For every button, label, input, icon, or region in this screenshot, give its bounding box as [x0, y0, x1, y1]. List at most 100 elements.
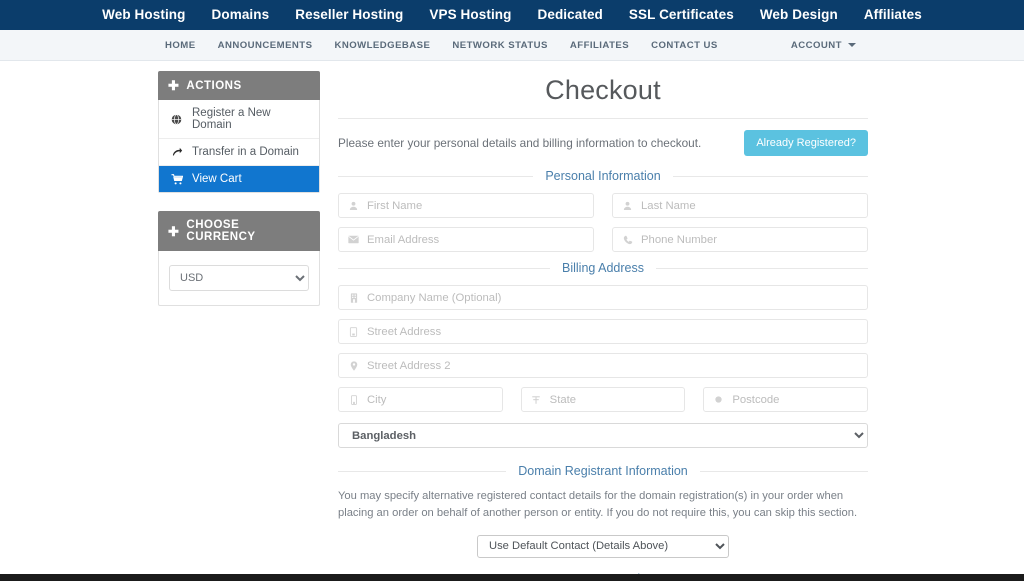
page-title: Checkout	[338, 75, 868, 119]
actions-panel-body: Register a New Domain Transfer in a Doma…	[158, 100, 320, 193]
registrant-contact-row: Use Default Contact (Details Above)	[338, 534, 868, 558]
subnav-item-contact-us[interactable]: CONTACT US	[651, 40, 718, 51]
circle-icon	[713, 395, 724, 404]
phone-icon	[622, 235, 633, 245]
street-address-2-placeholder: Street Address 2	[367, 359, 451, 372]
divider-left	[338, 267, 550, 269]
first-name-field[interactable]: First Name	[338, 193, 594, 218]
state-field[interactable]: State	[520, 387, 686, 412]
actions-panel-header: ✚ ACTIONS	[158, 71, 320, 100]
registrant-helper-text: You may specify alternative registered c…	[338, 490, 858, 520]
checkout-form: Checkout Please enter your personal deta…	[338, 71, 869, 581]
company-name-placeholder: Company Name (Optional)	[367, 291, 502, 304]
chevron-down-icon	[848, 43, 856, 47]
postcode-placeholder: Postcode	[732, 393, 780, 406]
shopping-cart-icon	[170, 173, 183, 185]
plus-icon: ✚	[168, 223, 180, 239]
nav-item-reseller-hosting[interactable]: Reseller Hosting	[295, 8, 403, 22]
subnav-item-network-status[interactable]: NETWORK STATUS	[452, 40, 547, 51]
street1-row: Street Address	[338, 319, 868, 344]
nav-item-affiliates[interactable]: Affiliates	[864, 8, 922, 22]
subnav-item-affiliates[interactable]: AFFILIATES	[570, 40, 629, 51]
registrant-contact-select[interactable]: Use Default Contact (Details Above)	[477, 534, 729, 558]
legend-label: Domain Registrant Information	[518, 464, 688, 478]
sidebar-item-register-new-domain[interactable]: Register a New Domain	[159, 100, 319, 139]
actions-panel: ✚ ACTIONS Register a New Domain Transfer…	[158, 71, 320, 193]
page-body: ✚ ACTIONS Register a New Domain Transfer…	[0, 61, 1024, 581]
street-address-field[interactable]: Street Address	[338, 319, 868, 344]
phone-placeholder: Phone Number	[641, 233, 717, 246]
divider-right	[672, 175, 868, 177]
currency-select[interactable]: USD	[169, 265, 309, 291]
contact-row: Email Address Phone Number	[338, 227, 868, 252]
city-field[interactable]: City	[338, 387, 503, 412]
subnav-item-announcements[interactable]: ANNOUNCEMENTS	[218, 40, 313, 51]
account-menu[interactable]: ACCOUNT	[791, 40, 856, 51]
legend-billing-address: Billing Address	[338, 261, 868, 275]
nav-item-vps-hosting[interactable]: VPS Hosting	[429, 8, 511, 22]
currency-panel: ✚ CHOOSE CURRENCY USD	[158, 211, 320, 306]
country-select[interactable]: Bangladesh	[338, 423, 868, 448]
envelope-icon	[348, 235, 359, 244]
actions-panel-title: ACTIONS	[186, 79, 242, 92]
home-icon	[348, 326, 359, 337]
nav-item-web-hosting[interactable]: Web Hosting	[102, 8, 185, 22]
street-address-placeholder: Street Address	[367, 325, 442, 338]
name-row: First Name Last Name	[338, 193, 868, 218]
currency-panel-header: ✚ CHOOSE CURRENCY	[158, 211, 320, 251]
sidebar-item-label: Transfer in a Domain	[192, 146, 299, 158]
street2-row: Street Address 2	[338, 353, 868, 378]
email-field[interactable]: Email Address	[338, 227, 594, 252]
sidebar-item-label: View Cart	[192, 173, 242, 185]
nav-item-web-design[interactable]: Web Design	[760, 8, 838, 22]
legend-personal-information: Personal Information	[338, 169, 868, 183]
intro-text: Please enter your personal details and b…	[338, 136, 702, 150]
last-name-placeholder: Last Name	[641, 199, 696, 212]
city-placeholder: City	[367, 393, 387, 406]
divider-left	[338, 470, 507, 472]
city-icon	[348, 394, 359, 405]
secondary-nav-links: HOME ANNOUNCEMENTS KNOWLEDGEBASE NETWORK…	[165, 40, 718, 51]
nav-item-ssl-certificates[interactable]: SSL Certificates	[629, 8, 734, 22]
nav-item-dedicated[interactable]: Dedicated	[537, 8, 602, 22]
subnav-item-home[interactable]: HOME	[165, 40, 196, 51]
country-row: Bangladesh	[338, 421, 868, 448]
plus-icon: ✚	[168, 78, 180, 93]
intro-row: Please enter your personal details and b…	[338, 119, 868, 165]
nav-item-domains[interactable]: Domains	[212, 8, 270, 22]
user-icon	[348, 201, 359, 211]
flag-icon	[531, 395, 542, 405]
email-placeholder: Email Address	[367, 233, 440, 246]
building-icon	[348, 292, 359, 303]
sidebar-item-label: Register a New Domain	[192, 107, 271, 131]
subnav-item-knowledgebase[interactable]: KNOWLEDGEBASE	[334, 40, 430, 51]
last-name-field[interactable]: Last Name	[612, 193, 868, 218]
currency-panel-title: CHOOSE CURRENCY	[186, 219, 256, 243]
secondary-navigation: HOME ANNOUNCEMENTS KNOWLEDGEBASE NETWORK…	[0, 30, 1024, 61]
legend-label: Billing Address	[562, 261, 644, 275]
divider-right	[699, 470, 868, 472]
user-icon	[622, 201, 633, 211]
postcode-field[interactable]: Postcode	[703, 387, 869, 412]
company-name-field[interactable]: Company Name (Optional)	[338, 285, 868, 310]
currency-panel-body: USD	[158, 251, 320, 306]
divider-right	[656, 267, 868, 269]
divider-left	[338, 175, 534, 177]
street-address-2-field[interactable]: Street Address 2	[338, 353, 868, 378]
sidebar-item-view-cart[interactable]: View Cart	[159, 166, 319, 192]
legend-label: Personal Information	[545, 169, 661, 183]
state-placeholder: State	[549, 393, 577, 406]
map-marker-icon	[348, 360, 359, 371]
primary-navigation: Web Hosting Domains Reseller Hosting VPS…	[0, 0, 1024, 30]
account-menu-label: ACCOUNT	[790, 39, 842, 51]
city-state-postcode-row: City State Postcode	[338, 387, 869, 412]
arrow-transfer-icon	[170, 147, 183, 158]
globe-icon	[170, 113, 183, 125]
sidebar-item-transfer-in-domain[interactable]: Transfer in a Domain	[159, 139, 319, 166]
footer-strip	[0, 574, 1024, 581]
company-row: Company Name (Optional)	[338, 285, 868, 310]
phone-field[interactable]: Phone Number	[612, 227, 868, 252]
already-registered-button[interactable]: Already Registered?	[744, 130, 868, 156]
legend-domain-registrant-information: Domain Registrant Information	[338, 464, 868, 478]
sidebar: ✚ ACTIONS Register a New Domain Transfer…	[158, 71, 320, 581]
